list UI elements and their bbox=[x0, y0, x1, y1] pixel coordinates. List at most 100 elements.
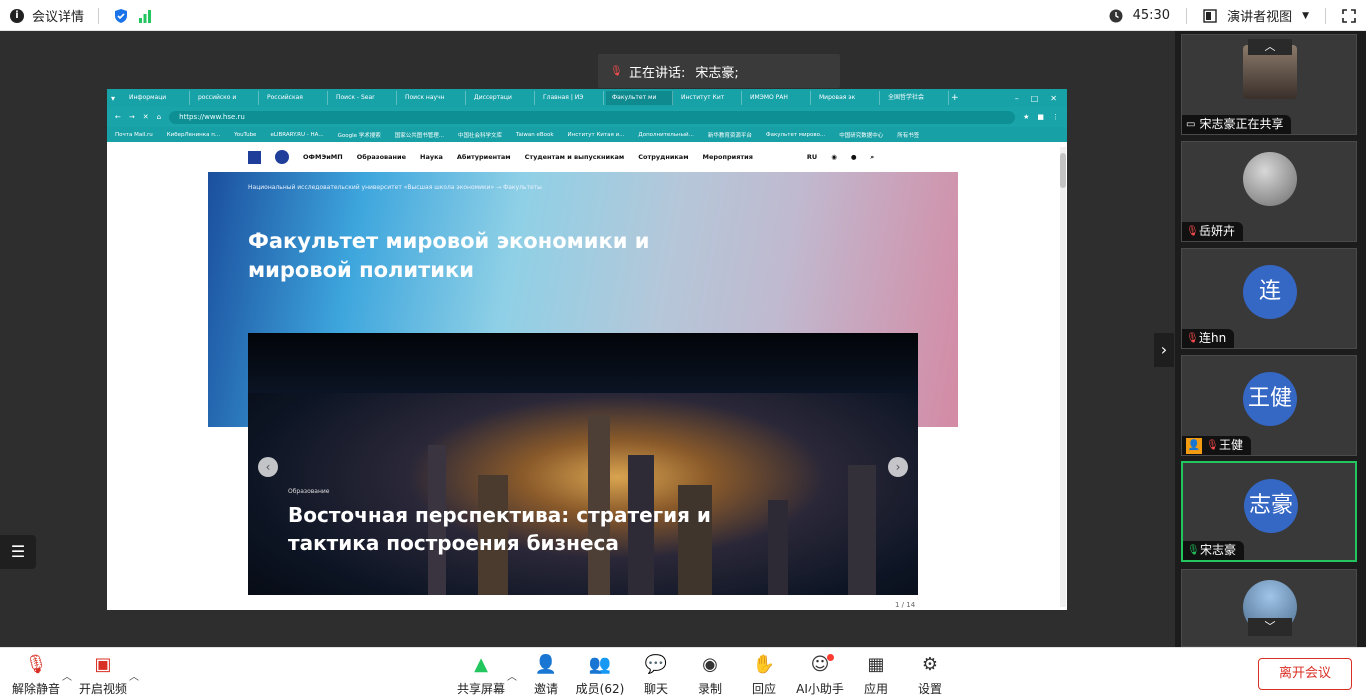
browser-tab[interactable]: Поиск научн bbox=[399, 91, 466, 105]
bottom-toolbar: 🎙 解除静音 ︿ ▣ 开启视频 ︿ ▲ 共享屏幕 ︿ 👤 邀请 👥 成员(62)… bbox=[0, 647, 1366, 700]
back-icon[interactable]: ← bbox=[115, 113, 121, 121]
chevron-up-icon[interactable]: ︿ bbox=[1248, 39, 1292, 55]
browser-tab[interactable]: ИМЭМО РАН bbox=[744, 91, 811, 105]
info-icon[interactable]: i bbox=[10, 8, 24, 23]
meeting-info-link[interactable]: 会议详情 bbox=[32, 6, 84, 25]
chat-label: 聊天 bbox=[643, 682, 668, 696]
share-screen-button[interactable]: ▲ 共享屏幕 ︿ bbox=[449, 654, 517, 697]
reload-icon[interactable]: ✕ bbox=[143, 113, 149, 121]
slide-tag: Образование bbox=[288, 488, 330, 495]
browser-tab[interactable]: 全国哲学社会 bbox=[882, 91, 949, 105]
hamburger-icon[interactable] bbox=[248, 150, 261, 164]
participant-tile[interactable]: 连 🎙 连hn bbox=[1181, 248, 1357, 349]
hse-logo[interactable] bbox=[275, 150, 289, 164]
view-mode-dropdown[interactable]: 演讲者视图 bbox=[1227, 6, 1292, 25]
settings-button[interactable]: ⚙ 设置 bbox=[898, 654, 962, 697]
page-scrollbar[interactable] bbox=[1060, 147, 1066, 607]
news-slide[interactable]: ‹ › Образование Восточная перспектива: с… bbox=[248, 333, 918, 595]
bookmark[interactable]: Факультет мирово... bbox=[766, 132, 825, 138]
browser-tab[interactable]: Институт Кит bbox=[675, 91, 742, 105]
home-icon[interactable]: ⌂ bbox=[157, 113, 161, 121]
language-switch[interactable]: RU bbox=[807, 153, 817, 161]
share-label: 共享屏幕 bbox=[456, 682, 505, 696]
avatar bbox=[1243, 152, 1297, 206]
bookmark[interactable]: Taiwan eBook bbox=[516, 132, 554, 138]
bookmark[interactable]: Дополнительный... bbox=[638, 132, 693, 138]
participant-name: 连hn bbox=[1199, 331, 1227, 345]
nav-item[interactable]: Наука bbox=[420, 153, 443, 161]
bookmark[interactable]: 所有书签 bbox=[897, 131, 919, 139]
bookmark[interactable]: КиберЛенинка п... bbox=[167, 132, 220, 138]
bookmark[interactable]: YouTube bbox=[234, 132, 256, 138]
participant-name: 岳妍卉 bbox=[1199, 224, 1236, 238]
nav-item[interactable]: Абитуриентам bbox=[457, 153, 511, 161]
nav-item[interactable]: Студентам и выпускникам bbox=[525, 153, 625, 161]
eye-icon[interactable]: ◉ bbox=[831, 153, 837, 161]
bookmark[interactable]: eLIBRARY.RU - НА... bbox=[270, 132, 323, 138]
shield-icon[interactable] bbox=[113, 8, 129, 24]
browser-tab-active[interactable]: Факультет ми bbox=[606, 91, 673, 105]
bookmark[interactable]: Почта Mail.ru bbox=[115, 132, 153, 138]
user-icon[interactable]: ● bbox=[851, 153, 857, 161]
participant-tile[interactable]: ︿ ▭ 宋志豪正在共享 bbox=[1181, 34, 1357, 135]
clock-icon bbox=[1109, 9, 1123, 22]
browser-tab[interactable]: Поиск - Sear bbox=[330, 91, 397, 105]
extension-icon[interactable]: ■ bbox=[1037, 113, 1044, 121]
search-icon[interactable]: ⌕ bbox=[871, 153, 875, 162]
participant-tile[interactable]: ﹀ bbox=[1181, 569, 1357, 647]
list-icon[interactable]: ☰ bbox=[0, 535, 36, 569]
slide-caption[interactable]: Восточная перспектива: стратегия и такти… bbox=[288, 501, 808, 557]
tab-list-icon[interactable]: ▾ bbox=[111, 94, 121, 103]
nav-item[interactable]: ОФМЭиМП bbox=[303, 153, 343, 161]
bookmark[interactable]: 中国社会科学文库 bbox=[458, 131, 502, 139]
bookmark[interactable]: 新华教育资源平台 bbox=[708, 131, 752, 139]
chevron-up-icon[interactable]: ︿ bbox=[129, 668, 139, 683]
menu-dots-icon[interactable]: ⋮ bbox=[1052, 113, 1059, 121]
top-bar-left: i 会议详情 bbox=[10, 6, 153, 25]
slide-next-button[interactable]: › bbox=[888, 457, 908, 477]
reactions-button[interactable]: ✋ 回应 bbox=[732, 654, 796, 697]
fullscreen-icon[interactable] bbox=[1342, 8, 1356, 23]
chevron-down-icon[interactable]: ▼ bbox=[1302, 11, 1309, 21]
bookmark[interactable]: 国家公共图书管理... bbox=[395, 131, 444, 139]
layout-icon[interactable] bbox=[1203, 8, 1217, 23]
star-icon[interactable]: ★ bbox=[1023, 113, 1029, 121]
browser-tab[interactable]: Информаци bbox=[123, 91, 190, 105]
slide-prev-button[interactable]: ‹ bbox=[258, 457, 278, 477]
browser-tab[interactable]: Мировая эк bbox=[813, 91, 880, 105]
url-field[interactable]: https://www.hse.ru bbox=[169, 110, 1016, 124]
browser-tab[interactable]: Диссертаци bbox=[468, 91, 535, 105]
bookmark[interactable]: 中国研究数据中心 bbox=[839, 131, 883, 139]
browser-tab[interactable]: Российская bbox=[261, 91, 328, 105]
forward-icon[interactable]: → bbox=[129, 113, 135, 121]
breadcrumb[interactable]: Национальный исследовательский университ… bbox=[248, 184, 542, 191]
bookmark[interactable]: Google 学术搜索 bbox=[338, 131, 381, 139]
new-tab-icon[interactable]: + bbox=[951, 93, 959, 103]
nav-item[interactable]: Сотрудникам bbox=[638, 153, 688, 161]
maximize-icon[interactable]: □ bbox=[1031, 94, 1039, 103]
participant-tile[interactable]: 🎙 岳妍卉 bbox=[1181, 141, 1357, 242]
nav-item[interactable]: Мероприятия bbox=[703, 153, 753, 161]
signal-icon[interactable] bbox=[137, 8, 153, 24]
close-icon[interactable]: ✕ bbox=[1050, 94, 1057, 103]
members-button[interactable]: 👥 成员(62) bbox=[568, 654, 632, 697]
bookmark[interactable]: Институт Китая и... bbox=[568, 132, 625, 138]
participant-label: 🎙 岳妍卉 bbox=[1182, 222, 1244, 241]
chevron-down-icon[interactable]: ﹀ bbox=[1248, 618, 1292, 636]
browser-tab[interactable]: российско и bbox=[192, 91, 259, 105]
slide-sky bbox=[248, 333, 918, 393]
minimize-icon[interactable]: – bbox=[1015, 94, 1019, 103]
mic-muted-icon: 🎙 bbox=[24, 654, 48, 675]
participant-tile-active[interactable]: 志豪 🎙 宋志豪 bbox=[1181, 461, 1357, 562]
ai-label: AI小助手 bbox=[796, 682, 844, 696]
start-video-button[interactable]: ▣ 开启视频 ︿ bbox=[71, 654, 139, 697]
ai-assistant-button[interactable]: ☺ AI小助手 bbox=[788, 654, 852, 697]
scroll-thumb[interactable] bbox=[1060, 153, 1066, 188]
browser-tab[interactable]: Главная | ИЭ bbox=[537, 91, 604, 105]
participant-tile[interactable]: 王健 👤 🎙 王健 bbox=[1181, 355, 1357, 456]
collapse-sidebar-button[interactable]: › bbox=[1154, 333, 1174, 367]
share-screen-icon: ▲ bbox=[474, 654, 488, 675]
nav-item[interactable]: Образование bbox=[357, 153, 406, 161]
unmute-button[interactable]: 🎙 解除静音 ︿ bbox=[4, 654, 72, 697]
leave-meeting-button[interactable]: 离开会议 bbox=[1258, 658, 1352, 690]
